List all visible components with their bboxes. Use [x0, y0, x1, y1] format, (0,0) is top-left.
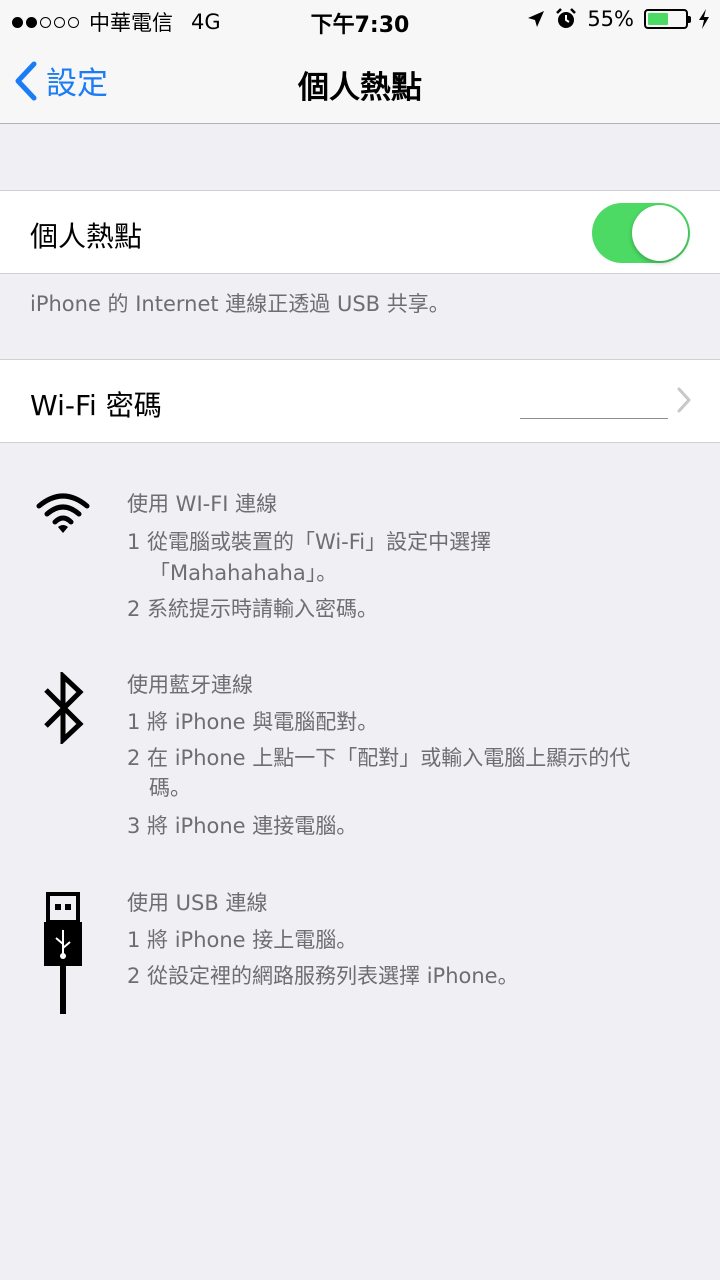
wifi-icon	[36, 493, 90, 533]
usb-step-2: 2 從設定裡的網路服務列表選擇 iPhone。	[127, 964, 519, 988]
wifi-password-cell[interactable]: Wi-Fi 密碼	[0, 359, 720, 443]
bluetooth-step-2: 2 在 iPhone 上點一下「配對」或輸入電腦上顯示的代	[127, 746, 631, 770]
hotspot-cell: 個人熱點	[0, 190, 720, 274]
hotspot-label: 個人熱點	[30, 220, 143, 253]
hotspot-toggle[interactable]	[592, 203, 690, 263]
battery-icon	[644, 9, 691, 29]
battery-percentage: 55%	[587, 7, 634, 31]
status-bar: 中華電信 4G 下午7:30 55%	[0, 0, 720, 40]
navigation-bar: 設定 個人熱點	[0, 40, 720, 124]
usb-cable-icon	[44, 892, 82, 1014]
bluetooth-section-title: 使用藍牙連線	[127, 673, 253, 697]
hotspot-footer-note: iPhone 的 Internet 連線正透過 USB 共享。	[30, 292, 450, 316]
bluetooth-step-1: 1 將 iPhone 與電腦配對。	[127, 710, 379, 734]
wifi-step-2: 2 系統提示時請輸入密碼。	[127, 597, 379, 621]
wifi-password-label: Wi-Fi 密碼	[30, 389, 162, 422]
battery-fill	[648, 13, 668, 25]
status-right: 55%	[527, 7, 710, 31]
charging-bolt-icon	[699, 9, 709, 29]
wifi-password-value	[520, 418, 668, 419]
page-title: 個人熱點	[298, 70, 422, 106]
wifi-step-1: 1 從電腦或裝置的「Wi-Fi」設定中選擇	[127, 530, 492, 554]
toggle-knob	[632, 205, 688, 261]
usb-step-1: 1 將 iPhone 接上電腦。	[127, 928, 358, 952]
chevron-right-icon	[677, 387, 691, 413]
wifi-step-1-cont: 「Mahahahaha」。	[149, 561, 338, 585]
location-arrow-icon	[528, 11, 545, 27]
wifi-section-title: 使用 WI-FI 連線	[127, 492, 278, 516]
alarm-icon	[556, 8, 577, 28]
bluetooth-step-3: 3 將 iPhone 連接電腦。	[127, 814, 358, 838]
bluetooth-step-2-cont: 碼。	[149, 776, 191, 800]
usb-section-title: 使用 USB 連線	[127, 891, 268, 915]
bluetooth-icon	[44, 672, 84, 744]
